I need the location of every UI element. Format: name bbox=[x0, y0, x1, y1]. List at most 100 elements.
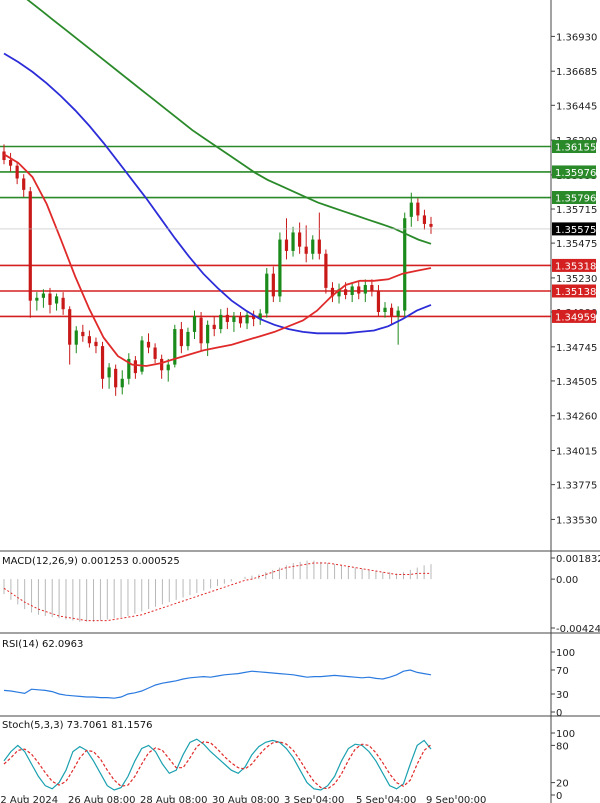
candle-body bbox=[81, 331, 85, 337]
current-price-label: 1.35575 bbox=[555, 225, 596, 236]
x-tick-label: 30 Aug 08:00 bbox=[212, 795, 279, 803]
x-tick-label: 5 Sep 04:00 bbox=[356, 795, 416, 803]
candle-body bbox=[54, 296, 59, 304]
rsi-panel: RSI(14) 62.0963 100 70 30 0 bbox=[2, 639, 575, 719]
candle-body bbox=[350, 286, 354, 295]
y-tick-label: 1.34260 bbox=[556, 412, 597, 423]
y-tick-label: 1.33775 bbox=[556, 481, 597, 492]
stoch-panel-line-0 bbox=[3, 738, 432, 791]
candle-body bbox=[389, 307, 394, 317]
candle-body bbox=[278, 239, 282, 297]
stoch-panel-y-tick-label: 80 bbox=[556, 741, 569, 752]
candle-body bbox=[48, 293, 52, 305]
x-tick-label: 28 Aug 08:00 bbox=[140, 795, 207, 803]
rsi-panel-y-tick-label: 70 bbox=[556, 666, 569, 677]
x-axis: 22 Aug 2024 26 Aug 08:00 28 Aug 08:00 30 Au… bbox=[0, 795, 486, 803]
y-tick-label: 1.34505 bbox=[556, 377, 597, 388]
candle-body bbox=[166, 364, 170, 371]
x-tick-label: 3 Sep 04:00 bbox=[284, 795, 344, 803]
candle-body bbox=[232, 316, 236, 322]
stoch-label: Stoch(5,3,3) 73.7061 81.1576 bbox=[2, 720, 153, 731]
candle-body bbox=[160, 358, 164, 371]
candle-body bbox=[186, 331, 190, 347]
chart-canvas[interactable]: 1.369301.366851.364451.362001.359551.357… bbox=[0, 0, 600, 803]
candle-body bbox=[74, 330, 78, 345]
candle-body bbox=[114, 368, 118, 388]
candle-body bbox=[357, 286, 361, 294]
level-label: 1.35976 bbox=[555, 168, 596, 179]
macd-y-tick-label: 0.001832 bbox=[556, 554, 600, 565]
candle-body bbox=[363, 285, 367, 294]
candle-body bbox=[311, 239, 315, 254]
macd-signal-line bbox=[3, 562, 431, 622]
x-tick-label: 26 Aug 08:00 bbox=[68, 795, 135, 803]
stoch-panel-y-tick-label: 20 bbox=[556, 779, 569, 790]
candle-body bbox=[291, 232, 295, 251]
candle-body bbox=[140, 340, 144, 372]
candle-body bbox=[146, 341, 151, 348]
candle-body bbox=[370, 285, 374, 291]
candle-body bbox=[206, 324, 210, 344]
candle-body bbox=[245, 314, 249, 324]
stoch-panel: Stoch(5,3,3) 73.7061 81.1576 10080 200 bbox=[2, 720, 575, 802]
candle-body bbox=[304, 246, 308, 254]
candle-body bbox=[396, 310, 400, 317]
y-tick-label: 1.35230 bbox=[556, 274, 597, 285]
candle-body bbox=[94, 341, 98, 347]
rsi-panel-line-0 bbox=[3, 669, 432, 699]
y-tick-label: 1.35475 bbox=[556, 239, 597, 250]
level-label: 1.35138 bbox=[555, 287, 596, 298]
y-tick-label: 1.36685 bbox=[556, 67, 597, 78]
candle-body bbox=[383, 307, 387, 313]
candle-body bbox=[179, 329, 183, 347]
rsi-panel-y-tick-label: 100 bbox=[556, 648, 575, 659]
rsi-panel-y-tick-label: 30 bbox=[556, 690, 569, 701]
candle-body bbox=[265, 273, 269, 314]
y-tick-label: 1.36445 bbox=[556, 101, 597, 112]
candle-body bbox=[22, 178, 26, 190]
candle-body bbox=[41, 293, 46, 298]
candle-body bbox=[219, 314, 223, 330]
level-label: 1.35796 bbox=[555, 194, 596, 205]
level-label: 1.35318 bbox=[555, 261, 596, 272]
candle-body bbox=[87, 336, 91, 344]
candle-body bbox=[8, 160, 13, 166]
candle-body bbox=[416, 202, 420, 216]
candle-body bbox=[238, 316, 243, 324]
candle-body bbox=[429, 223, 433, 227]
candle-body bbox=[376, 290, 381, 313]
candle-body bbox=[68, 309, 72, 345]
candle-body bbox=[409, 202, 413, 217]
candle-body bbox=[153, 347, 157, 359]
price-panel: 1.369301.366851.364451.362001.359551.357… bbox=[0, 0, 597, 526]
candle-body bbox=[192, 316, 197, 332]
candle-body bbox=[284, 239, 289, 251]
macd-y-tick-label: 0.00 bbox=[556, 575, 578, 586]
y-tick-label: 1.34015 bbox=[556, 447, 597, 458]
y-tick-label: 1.33530 bbox=[556, 515, 597, 526]
y-tick-label: 1.36930 bbox=[556, 32, 597, 43]
candle-body bbox=[100, 346, 105, 379]
candle-body bbox=[15, 165, 19, 179]
level-label: 1.36155 bbox=[555, 143, 596, 154]
candle-body bbox=[422, 215, 427, 224]
candle-body bbox=[107, 367, 111, 378]
ma-line-2 bbox=[3, 153, 432, 367]
candle-body bbox=[317, 239, 321, 254]
stoch-panel-y-tick-label: 0 bbox=[556, 791, 562, 802]
level-label: 1.34959 bbox=[555, 312, 596, 323]
candle-body bbox=[212, 324, 216, 330]
macd-panel: MACD(12,26,9) 0.001253 0.000525 0.001832… bbox=[2, 554, 600, 635]
candle-body bbox=[199, 317, 203, 344]
rsi-label: RSI(14) 62.0963 bbox=[2, 639, 83, 650]
rsi-panel-y-tick-label: 0 bbox=[556, 708, 562, 719]
candle-body bbox=[271, 273, 275, 297]
candle-body bbox=[133, 360, 137, 374]
candle-body bbox=[324, 253, 328, 288]
x-tick-label: 22 Aug 2024 bbox=[0, 795, 58, 803]
candle-body bbox=[298, 232, 302, 247]
candle-body bbox=[28, 191, 32, 301]
x-tick-label: 9 Sep 00:00 bbox=[426, 795, 486, 803]
macd-label: MACD(12,26,9) 0.001253 0.000525 bbox=[2, 556, 180, 567]
candle-body bbox=[61, 297, 65, 310]
